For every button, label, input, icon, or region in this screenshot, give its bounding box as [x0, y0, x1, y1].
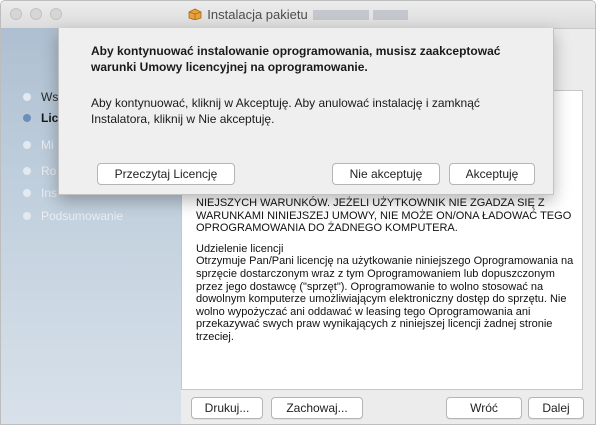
window-title: Instalacja pakietu	[1, 7, 595, 22]
redacted-name-2	[372, 10, 408, 20]
window-title-text: Instalacja pakietu	[207, 7, 308, 22]
license-paragraph: Udzielenie licencji Otrzymuje Pan/Pani l…	[196, 242, 574, 343]
accept-button[interactable]: Akceptuję	[449, 163, 535, 185]
license-agreement-sheet: Aby kontynuować instalowanie oprogramowa…	[58, 28, 554, 195]
decline-button[interactable]: Nie akceptuję	[332, 163, 440, 185]
save-button[interactable]: Zachowaj...	[271, 397, 363, 419]
redacted-name	[312, 10, 369, 20]
step-dot-icon	[23, 114, 31, 122]
step-dot-icon	[23, 212, 31, 220]
license-paragraph: NIEJSZYCH WARUNKÓW. JEŻELI UŻYTKOWNIK NI…	[196, 197, 572, 235]
package-icon	[188, 8, 202, 20]
sidebar-item-label: Ws	[41, 90, 59, 104]
sidebar-item-label: Lic	[41, 111, 59, 125]
step-dot-icon	[23, 141, 31, 149]
step-dot-icon	[23, 93, 31, 101]
read-license-button[interactable]: Przeczytaj Licencję	[97, 163, 235, 185]
print-button[interactable]: Drukuj...	[191, 397, 263, 419]
back-button[interactable]: Wróć	[446, 397, 522, 419]
sidebar-item-label: Ro	[41, 164, 57, 178]
sidebar-item-label: Mi	[41, 138, 54, 152]
step-dot-icon	[23, 167, 31, 175]
sidebar-item-label: Podsumowanie	[41, 209, 124, 223]
sheet-message: Aby kontynuować, kliknij w Akceptuję. Ab…	[91, 96, 480, 126]
step-dot-icon	[23, 189, 31, 197]
license-text: NIEJSZYCH WARUNKÓW. JEŻELI UŻYTKOWNIK NI…	[196, 197, 576, 352]
continue-button[interactable]: Dalej	[528, 397, 584, 419]
sheet-title: Aby kontynuować instalowanie oprogramowa…	[91, 44, 501, 74]
title-bar[interactable]: Instalacja pakietu	[1, 1, 595, 29]
sidebar-item-label: Ins	[41, 186, 58, 200]
installer-window: Instalacja pakietu Ws Lic Mi Ro Ins Pods…	[0, 0, 596, 425]
